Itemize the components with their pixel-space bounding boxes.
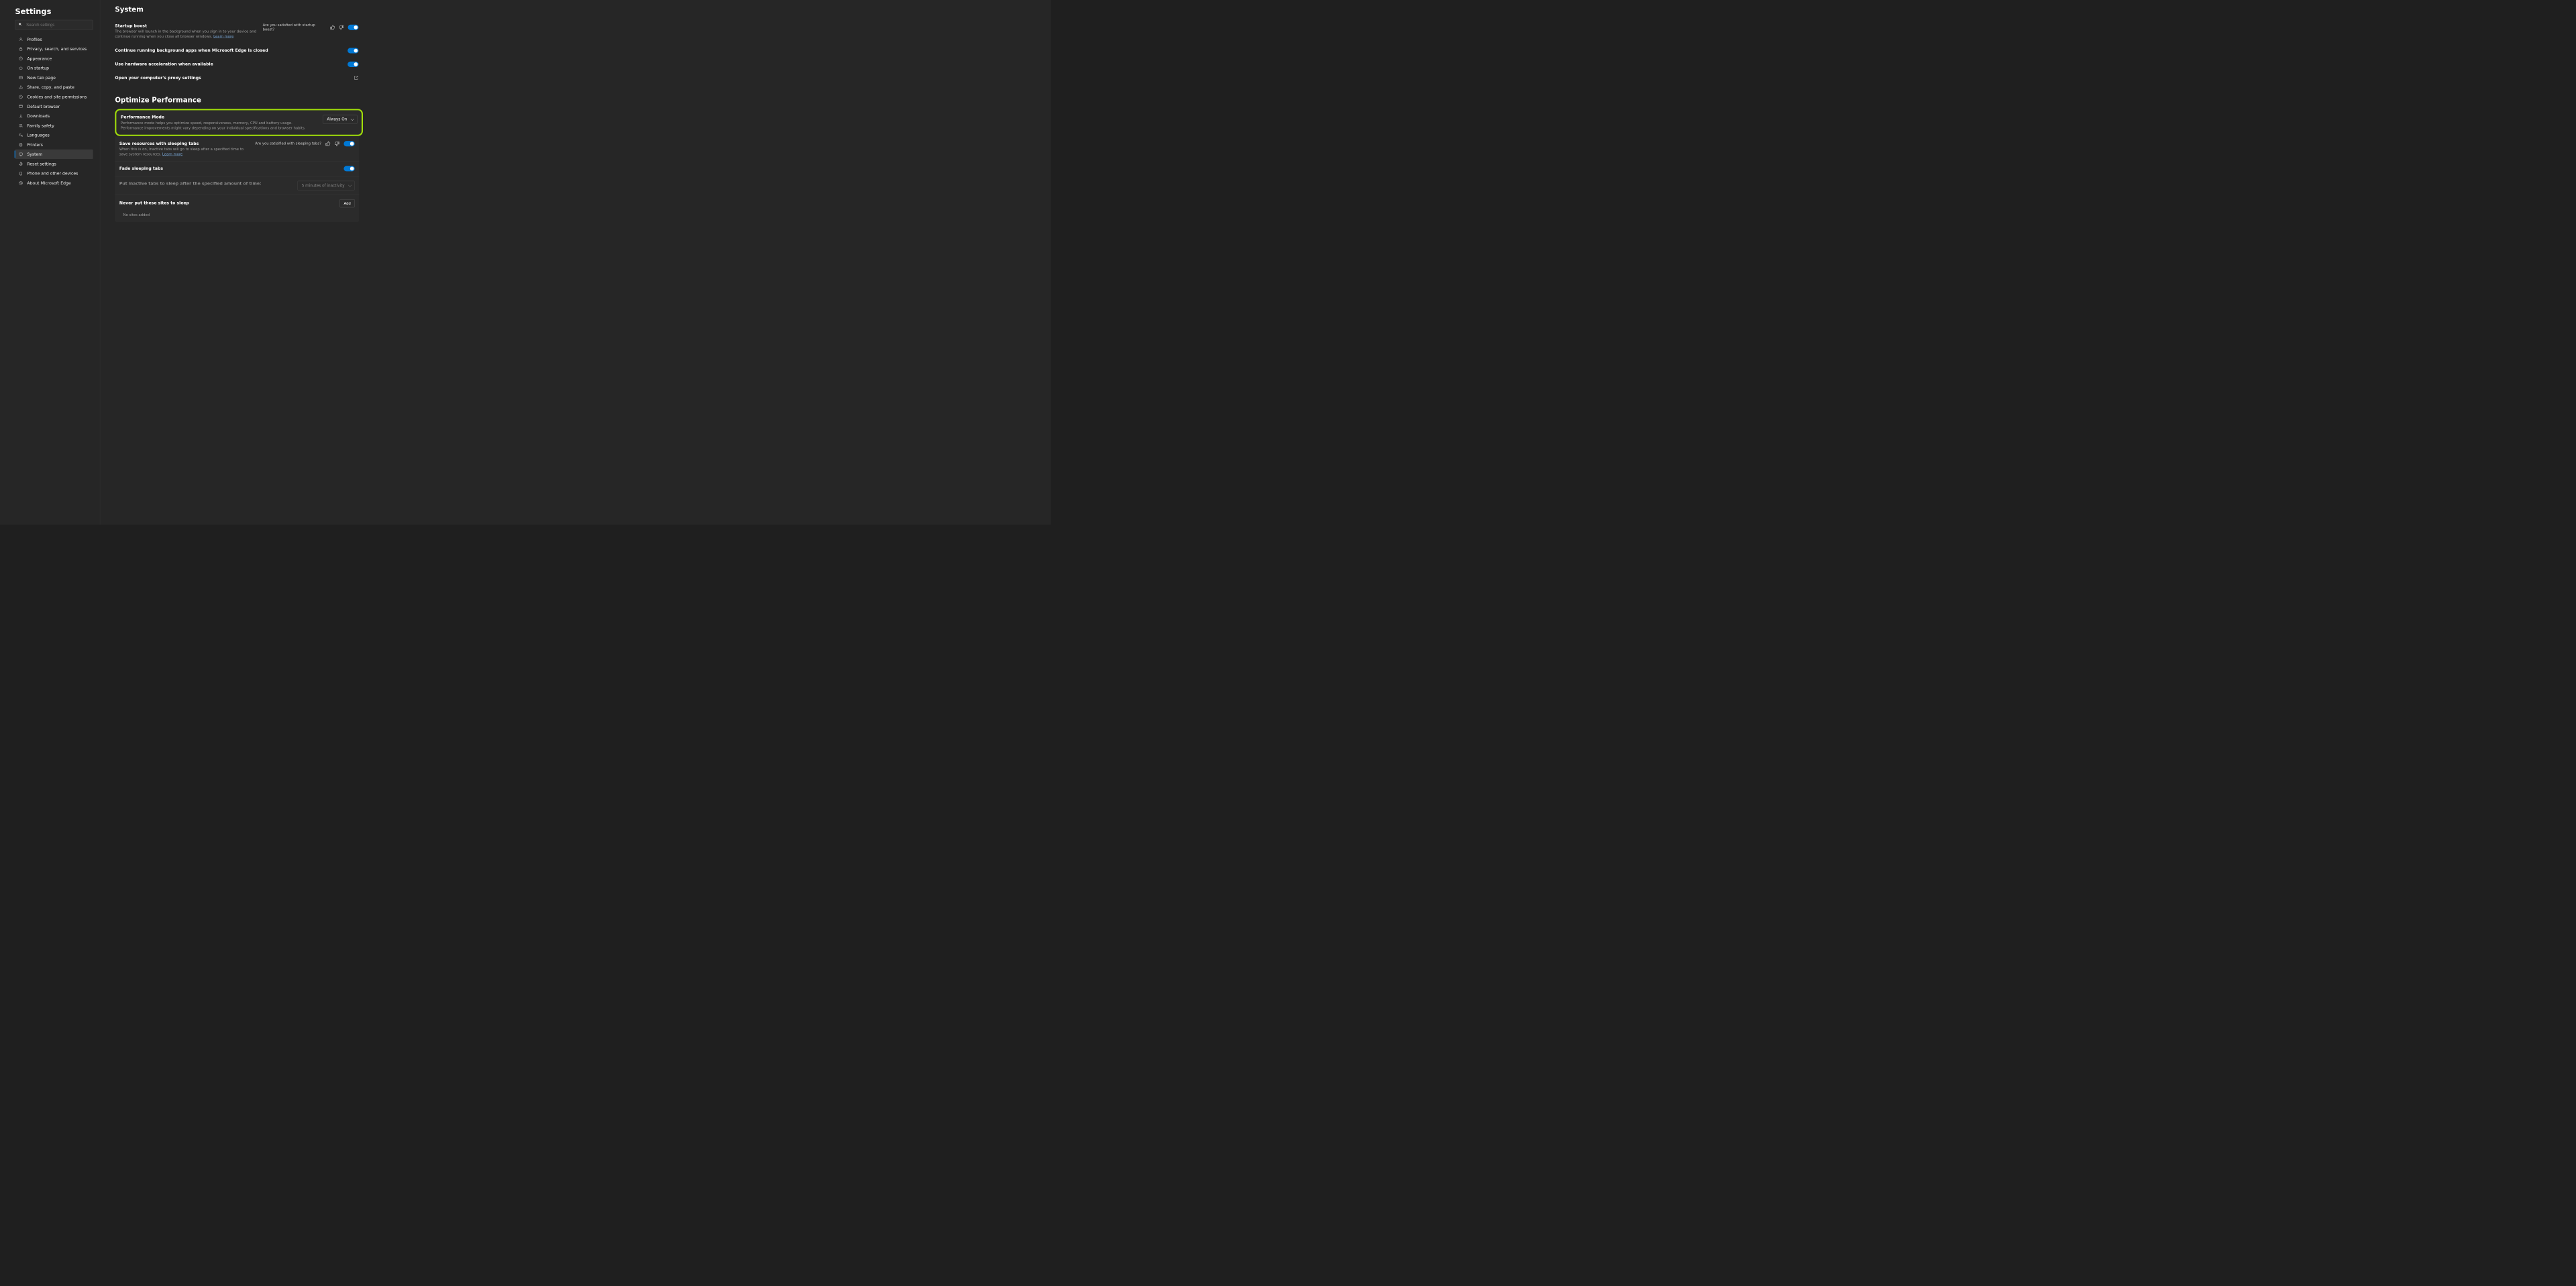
startup-boost-title: Startup boost: [115, 23, 262, 28]
performance-mode-dropdown[interactable]: Always On: [323, 115, 357, 124]
startup-boost-learn-more-link[interactable]: Learn more: [213, 34, 233, 38]
sidebar-item-languages[interactable]: Languages: [15, 130, 93, 140]
never-sleep-empty: No sites added: [115, 212, 359, 222]
sidebar-item-label: Cookies and site permissions: [27, 95, 87, 99]
sidebar-item-label: Appearance: [27, 56, 52, 60]
sidebar-item-downloads[interactable]: Downloads: [15, 111, 93, 121]
section-optimize-title: Optimize Performance: [115, 96, 1042, 104]
share-icon: [18, 85, 23, 89]
sidebar-item-label: Reset settings: [27, 162, 56, 166]
sleeping-tabs-title: Save resources with sleeping tabs: [119, 141, 248, 146]
settings-main: System Startup boost The browser will la…: [100, 0, 1051, 525]
sidebar-item-reset-settings[interactable]: Reset settings: [15, 159, 93, 168]
section-system-title: System: [115, 5, 1042, 13]
lang-icon: [18, 133, 23, 138]
performance-mode-desc: Performance mode helps you optimize spee…: [121, 121, 315, 131]
browser-icon: [18, 104, 23, 109]
performance-mode-card: Performance Mode Performance mode helps …: [115, 109, 363, 136]
thumbs-up-icon[interactable]: [329, 25, 335, 30]
sidebar-item-family-safety[interactable]: Family safety: [15, 121, 93, 130]
sidebar-item-label: Downloads: [27, 113, 50, 118]
setting-proxy[interactable]: Open your computer's proxy settings: [115, 72, 358, 85]
inactive-time-value: 5 minutes of inactivity: [302, 183, 345, 188]
sidebar-item-new-tab-page[interactable]: New tab page: [15, 73, 93, 83]
printer-icon: [18, 142, 23, 147]
sidebar-item-phone-and-other-devices[interactable]: Phone and other devices: [15, 168, 93, 178]
thumbs-down-icon[interactable]: [339, 25, 344, 30]
phone-icon: [18, 171, 23, 176]
sidebar-item-cookies-and-site-permissions[interactable]: Cookies and site permissions: [15, 92, 93, 101]
sidebar-item-default-browser[interactable]: Default browser: [15, 101, 93, 111]
sidebar-item-label: Printers: [27, 142, 43, 147]
sidebar-item-label: Languages: [27, 133, 49, 138]
performance-mode-title: Performance Mode: [121, 115, 315, 119]
thumbs-down-icon[interactable]: [335, 141, 340, 146]
background-apps-title: Continue running background apps when Mi…: [115, 48, 268, 53]
sidebar-item-printers[interactable]: Printers: [15, 140, 93, 149]
sidebar-item-label: Default browser: [27, 104, 60, 109]
setting-background-apps: Continue running background apps when Mi…: [115, 44, 358, 58]
sidebar-item-label: About Microsoft Edge: [27, 180, 70, 185]
system-icon: [18, 152, 23, 156]
fade-sleeping-title: Fade sleeping tabs: [119, 166, 163, 170]
sidebar-item-label: System: [27, 152, 42, 156]
search-input[interactable]: [26, 23, 90, 28]
setting-never-sleep: Never put these sites to sleep Add: [115, 195, 359, 212]
sidebar-item-about-microsoft-edge[interactable]: About Microsoft Edge: [15, 178, 93, 188]
fade-sleeping-toggle[interactable]: [343, 166, 354, 171]
sidebar-item-label: New tab page: [27, 75, 56, 80]
sidebar-item-label: On startup: [27, 66, 49, 70]
cookie-icon: [18, 95, 23, 99]
sidebar-item-on-startup[interactable]: On startup: [15, 63, 93, 72]
sidebar-title: Settings: [0, 4, 100, 20]
sleeping-tabs-question: Are you satisified with sleeping tabs?: [255, 142, 321, 146]
sidebar-item-share-copy-and-paste[interactable]: Share, copy, and paste: [15, 83, 93, 92]
sidebar-item-system[interactable]: System: [15, 150, 93, 159]
inactive-time-dropdown[interactable]: 5 minutes of inactivity: [298, 181, 355, 191]
settings-nav: Profiles Privacy, search, and services App…: [0, 34, 100, 188]
startup-boost-toggle[interactable]: [348, 25, 359, 30]
family-icon: [18, 123, 23, 127]
power-icon: [18, 66, 23, 70]
startup-boost-desc: The browser will launch in the backgroun…: [115, 30, 262, 40]
sleeping-tabs-learn-more-link[interactable]: Learn more: [162, 152, 182, 156]
download-icon: [18, 113, 23, 118]
inactive-time-label: Put inactive tabs to sleep after the spe…: [119, 181, 262, 186]
sidebar-item-label: Privacy, search, and services: [27, 46, 87, 51]
setting-fade-sleeping: Fade sleeping tabs: [115, 162, 359, 176]
search-settings-field[interactable]: [15, 20, 93, 30]
external-link-icon: [354, 75, 358, 80]
add-site-button[interactable]: Add: [339, 199, 354, 207]
sidebar-item-appearance[interactable]: Appearance: [15, 54, 93, 63]
setting-sleeping-tabs: Save resources with sleeping tabs When t…: [115, 136, 359, 161]
search-icon: [18, 22, 26, 28]
hardware-accel-toggle[interactable]: [347, 62, 358, 67]
sidebar-item-privacy-search-and-services[interactable]: Privacy, search, and services: [15, 44, 93, 54]
lock-icon: [18, 46, 23, 51]
palette-icon: [18, 56, 23, 60]
sidebar-item-label: Phone and other devices: [27, 171, 78, 176]
sidebar-item-label: Profiles: [27, 37, 42, 42]
tab-icon: [18, 75, 23, 80]
sidebar-item-label: Family safety: [27, 123, 54, 127]
thumbs-up-icon[interactable]: [325, 141, 331, 146]
performance-mode-value: Always On: [327, 117, 347, 122]
hardware-accel-title: Use hardware acceleration when available: [115, 62, 213, 66]
sidebar-item-profiles[interactable]: Profiles: [15, 34, 93, 44]
settings-sidebar: Settings Profiles Privacy, search, and se…: [0, 0, 100, 525]
setting-startup-boost: Startup boost The browser will launch in…: [115, 21, 358, 44]
reset-icon: [18, 162, 23, 166]
sidebar-item-label: Share, copy, and paste: [27, 85, 74, 89]
profile-icon: [18, 37, 23, 42]
background-apps-toggle[interactable]: [347, 48, 358, 54]
setting-inactive-time: Put inactive tabs to sleep after the spe…: [115, 176, 359, 195]
startup-boost-question: Are you satisfied with startup boost?: [263, 23, 326, 32]
sleeping-tabs-toggle[interactable]: [343, 141, 354, 146]
sleeping-tabs-card: Save resources with sleeping tabs When t…: [115, 136, 359, 221]
setting-hardware-accel: Use hardware acceleration when available: [115, 58, 358, 71]
edge-icon: [18, 180, 23, 185]
never-sleep-label: Never put these sites to sleep: [119, 201, 189, 205]
proxy-title: Open your computer's proxy settings: [115, 75, 201, 80]
sleeping-tabs-desc: When this is on, inactive tabs will go t…: [119, 147, 248, 157]
